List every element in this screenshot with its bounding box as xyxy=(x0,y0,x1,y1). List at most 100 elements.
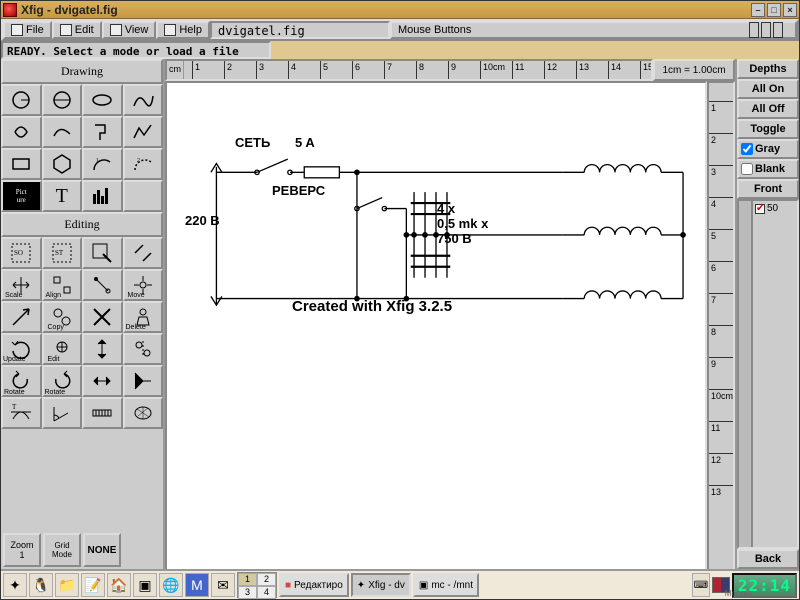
menu-edit[interactable]: Edit xyxy=(52,21,102,39)
tool-open-compound[interactable] xyxy=(82,237,123,269)
editing-section-title: Editing xyxy=(1,212,163,237)
menu-file[interactable]: File xyxy=(3,21,52,39)
scale-display[interactable]: 1cm = 1.00cm xyxy=(653,59,735,81)
tool-anglemeas[interactable] xyxy=(42,397,83,429)
depth-item-50[interactable]: 50 xyxy=(755,203,795,214)
tool-column: Drawing 1 2 Picture T Editing xyxy=(1,59,165,569)
tool-areameas[interactable] xyxy=(123,397,164,429)
tool-arc-2[interactable]: 2 xyxy=(123,148,164,180)
depths-panel: Depths All On All Off Toggle Gray Blank … xyxy=(735,59,799,569)
task-editor[interactable]: ■Редактиро xyxy=(279,573,349,597)
label-220: 220 B xyxy=(185,213,220,228)
main-window: Xfig - dvigatel.fig – □ × File Edit View… xyxy=(0,0,800,600)
tool-polygon[interactable] xyxy=(82,116,123,148)
tool-rect[interactable] xyxy=(1,148,42,180)
penguin-icon[interactable]: 🐧 xyxy=(29,573,53,597)
canvas[interactable]: СЕТЬ 5 A РЕВЕРС 220 B 4 x 0,5 mk x 750 B… xyxy=(165,81,707,569)
tool-rotate-cw[interactable]: Rotate xyxy=(42,365,83,397)
tool-polyline[interactable] xyxy=(123,116,164,148)
depths-toggle[interactable]: Toggle xyxy=(737,119,799,139)
menubar: File Edit View Help dvigatel.fig Mouse B… xyxy=(1,19,799,41)
check-icon xyxy=(755,204,765,214)
tool-update[interactable]: Update xyxy=(1,333,42,365)
tool-circle-r[interactable] xyxy=(1,84,42,116)
editor-icon[interactable]: 📝 xyxy=(81,573,105,597)
menu-help[interactable]: Help xyxy=(156,21,210,39)
tool-delpt[interactable] xyxy=(82,301,123,333)
tool-edit[interactable]: Edit xyxy=(42,333,83,365)
pager-1[interactable]: 1 xyxy=(238,573,257,586)
taskbar: ✦ 🐧 📁 📝 🏠 ▣ 🌐 M ✉ 1 2 3 4 ■Редактиро ✦Xf… xyxy=(1,569,799,599)
tool-spline-open[interactable] xyxy=(42,116,83,148)
tool-rotate-ccw[interactable]: Rotate xyxy=(1,365,42,397)
minimize-button[interactable]: – xyxy=(751,3,765,17)
depths-scrollbar[interactable] xyxy=(739,201,753,547)
pager-4[interactable]: 4 xyxy=(257,586,276,599)
tool-ellipse-r[interactable] xyxy=(82,84,123,116)
tool-glue[interactable]: SO xyxy=(1,237,42,269)
terminal-icon[interactable]: ▣ xyxy=(133,573,157,597)
view-icon xyxy=(110,24,122,36)
zoom-box[interactable]: Zoom1 xyxy=(3,533,41,567)
tray-icon[interactable]: ⌨ xyxy=(692,573,710,597)
tool-flip-h[interactable] xyxy=(123,333,164,365)
depths-gray[interactable]: Gray xyxy=(737,139,799,159)
tool-delete[interactable]: Delete xyxy=(123,301,164,333)
tool-flip-v[interactable] xyxy=(82,333,123,365)
tool-lenmeas[interactable] xyxy=(82,397,123,429)
desktop-pager[interactable]: 1 2 3 4 xyxy=(237,572,277,598)
globe-icon[interactable]: 🌐 xyxy=(159,573,183,597)
drawing-tools: 1 2 Picture T xyxy=(1,84,163,212)
depths-all-on[interactable]: All On xyxy=(737,79,799,99)
pager-2[interactable]: 2 xyxy=(257,573,276,586)
menu-view[interactable]: View xyxy=(102,21,157,39)
tool-tangent[interactable]: T xyxy=(1,397,42,429)
tool-join[interactable] xyxy=(123,237,164,269)
mail-icon[interactable]: ✉ xyxy=(211,573,235,597)
task-xfig[interactable]: ✦Xfig - dv xyxy=(351,573,411,597)
tool-spline-closed[interactable] xyxy=(1,116,42,148)
close-button[interactable]: × xyxy=(783,3,797,17)
tool-regpoly[interactable] xyxy=(42,148,83,180)
tool-addarrow[interactable] xyxy=(1,301,42,333)
depths-back[interactable]: Back xyxy=(737,549,799,569)
task-mc[interactable]: ▣mc - /mnt xyxy=(413,573,479,597)
depths-all-off[interactable]: All Off xyxy=(737,99,799,119)
depths-front[interactable]: Front xyxy=(737,179,799,199)
tool-move[interactable]: Move xyxy=(123,269,164,301)
tool-spline-s[interactable] xyxy=(123,84,164,116)
pager-3[interactable]: 3 xyxy=(238,586,257,599)
blank-checkbox[interactable] xyxy=(741,163,753,175)
depths-blank[interactable]: Blank xyxy=(737,159,799,179)
canvas-area: cm 12345678910cm1112131415 1cm = 1.00cm xyxy=(165,59,735,569)
svg-text:T: T xyxy=(12,403,17,411)
edit-icon xyxy=(60,24,72,36)
svg-text:SO: SO xyxy=(14,249,23,257)
tool-break[interactable]: ST xyxy=(42,237,83,269)
folder-icon xyxy=(11,24,23,36)
kmenu-icon[interactable]: ✦ xyxy=(3,573,27,597)
tool-movept[interactable] xyxy=(82,269,123,301)
help-icon xyxy=(164,24,176,36)
tool-circle-d[interactable] xyxy=(42,84,83,116)
folder-icon[interactable]: 📁 xyxy=(55,573,79,597)
gray-checkbox[interactable] xyxy=(741,143,753,155)
titlebar[interactable]: Xfig - dvigatel.fig – □ × xyxy=(1,1,799,19)
maximize-button[interactable]: □ xyxy=(767,3,781,17)
grid-value[interactable]: NONE xyxy=(83,533,121,567)
tool-library[interactable] xyxy=(82,180,123,212)
tool-addpt[interactable] xyxy=(123,365,164,397)
filename-field[interactable]: dvigatel.fig xyxy=(210,21,390,39)
tool-scale[interactable]: Scale xyxy=(1,269,42,301)
tool-convert[interactable] xyxy=(82,365,123,397)
app-m-icon[interactable]: M xyxy=(185,573,209,597)
tool-copy[interactable]: Copy xyxy=(42,301,83,333)
tool-align[interactable]: Align xyxy=(42,269,83,301)
tool-picture[interactable]: Picture xyxy=(1,180,42,212)
zoom-row: Zoom1 Grid Mode NONE xyxy=(1,531,163,569)
tool-arc-1[interactable]: 1 xyxy=(82,148,123,180)
grid-box[interactable]: Grid Mode xyxy=(43,533,81,567)
tool-text[interactable]: T xyxy=(42,180,83,212)
home-icon[interactable]: 🏠 xyxy=(107,573,131,597)
ruler-horizontal: cm 12345678910cm1112131415 xyxy=(165,59,653,81)
